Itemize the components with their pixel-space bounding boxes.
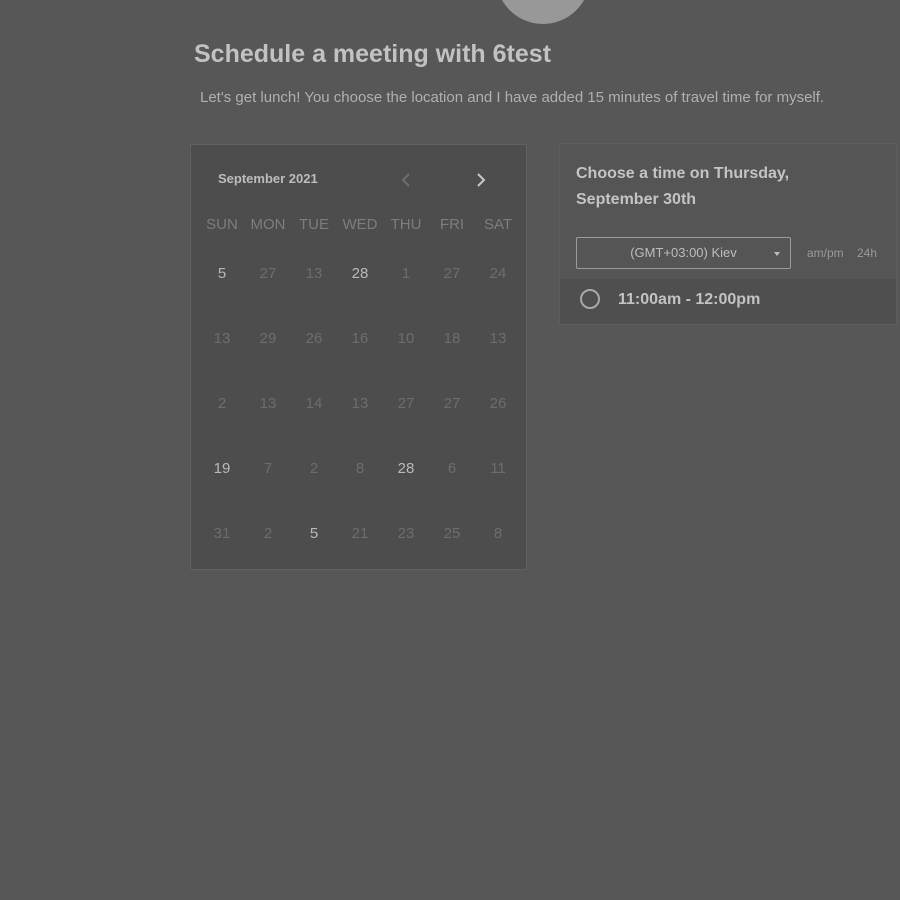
calendar-day[interactable]: 19: [199, 436, 245, 501]
timezone-value: (GMT+03:00) Kiev: [630, 245, 737, 260]
calendar-day: 13: [351, 395, 369, 412]
page-subtitle: Let's get lunch! You choose the location…: [200, 89, 825, 106]
calendar-day: 25: [443, 525, 461, 542]
calendar-day: 2: [263, 525, 273, 542]
calendar-day: 26: [305, 330, 323, 347]
next-month-button[interactable]: [468, 167, 494, 193]
calendar-day: 26: [489, 395, 507, 412]
calendar-day: 16: [351, 330, 369, 347]
calendar-day: 21: [351, 525, 369, 542]
calendar-day: 8: [493, 525, 503, 542]
calendar-day: 10: [397, 330, 415, 347]
time-panel-header: Choose a time on Thursday, September 30t…: [560, 144, 896, 231]
weekday-header: SUN MON TUE WED THU FRI SAT: [199, 213, 521, 237]
prev-month-button[interactable]: [393, 167, 419, 193]
calendar-day: 7: [263, 460, 273, 477]
weekday-fri: FRI: [439, 216, 465, 233]
format-12h-toggle[interactable]: am/pm: [807, 246, 844, 260]
calendar-day: 18: [443, 330, 461, 347]
weekday-tue: TUE: [299, 216, 329, 233]
weekday-sat: SAT: [483, 216, 513, 233]
chevron-left-icon: [401, 173, 410, 187]
time-slot-label: 11:00am - 12:00pm: [618, 291, 761, 308]
calendar-day: 8: [355, 460, 365, 477]
caret-down-icon: [774, 252, 780, 256]
weekday-sun: SUN: [206, 216, 238, 233]
choose-time-title: Choose a time on Thursday, September 30t…: [576, 165, 790, 208]
calendar-day: 29: [259, 330, 277, 347]
calendar-day: 23: [397, 525, 415, 542]
calendar-day: 6: [447, 460, 457, 477]
calendar-day: 13: [259, 395, 277, 412]
calendar-day: 27: [259, 265, 277, 282]
weekday-mon: MON: [250, 216, 286, 233]
calendar-day: 2: [309, 460, 319, 477]
weekday-wed: WED: [342, 216, 378, 233]
calendar-day: 27: [443, 265, 461, 282]
month-label: September 2021: [218, 171, 318, 186]
calendar-day: 31: [213, 525, 231, 542]
calendar-day: 13: [489, 330, 507, 347]
time-panel: Choose a time on Thursday, September 30t…: [559, 143, 897, 325]
calendar-day[interactable]: 28: [383, 436, 429, 501]
time-slot[interactable]: 11:00am - 12:00pm: [560, 279, 896, 325]
avatar: [496, 0, 590, 24]
calendar-header: September 2021: [191, 145, 526, 213]
calendar-day: 13: [213, 330, 231, 347]
calendar-day: 27: [397, 395, 415, 412]
timezone-select[interactable]: (GMT+03:00) Kiev: [576, 237, 791, 269]
calendar-day: 24: [489, 265, 507, 282]
timezone-row: (GMT+03:00) Kiev am/pm 24h: [560, 231, 896, 279]
calendar-day: 11: [490, 460, 506, 477]
calendar-day[interactable]: 5: [199, 241, 245, 306]
chevron-right-icon: [477, 173, 486, 187]
format-24h-toggle[interactable]: 24h: [857, 246, 877, 260]
calendar-day: 2: [217, 395, 227, 412]
day-grid: 5 27 13 28 1 27 24 13 29 26 16 10 18 13 2 13 14 13 27 27 26 1…: [199, 241, 521, 566]
calendar-day[interactable]: 5: [291, 501, 337, 566]
radio-button[interactable]: [580, 289, 600, 309]
calendar-day: 13: [305, 265, 323, 282]
calendar-day: 14: [305, 395, 323, 412]
page-title: Schedule a meeting with 6test: [193, 40, 552, 68]
weekday-thu: THU: [390, 216, 422, 233]
calendar-day: 1: [401, 265, 411, 282]
calendar-day[interactable]: 28: [337, 241, 383, 306]
calendar: September 2021 SUN MON TUE WED THU FRI SAT 5 27…: [190, 144, 527, 570]
calendar-day: 27: [443, 395, 461, 412]
